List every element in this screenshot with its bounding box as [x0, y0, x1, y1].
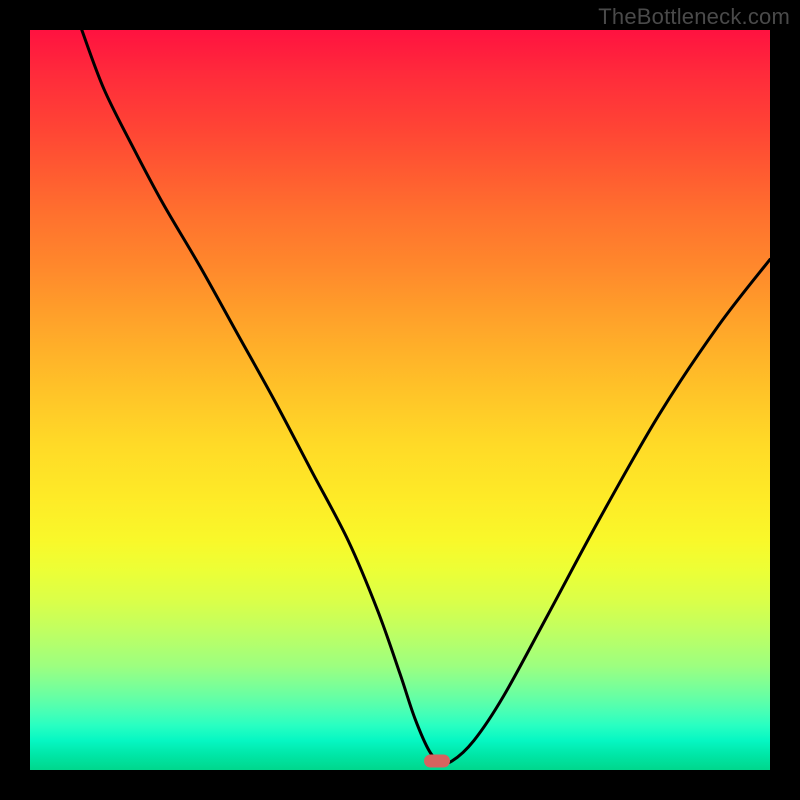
plot-area	[30, 30, 770, 770]
optimal-marker	[424, 755, 450, 768]
curve-svg	[30, 30, 770, 770]
watermark-text: TheBottleneck.com	[598, 4, 790, 30]
chart-frame: TheBottleneck.com	[0, 0, 800, 800]
bottleneck-curve	[82, 30, 770, 763]
